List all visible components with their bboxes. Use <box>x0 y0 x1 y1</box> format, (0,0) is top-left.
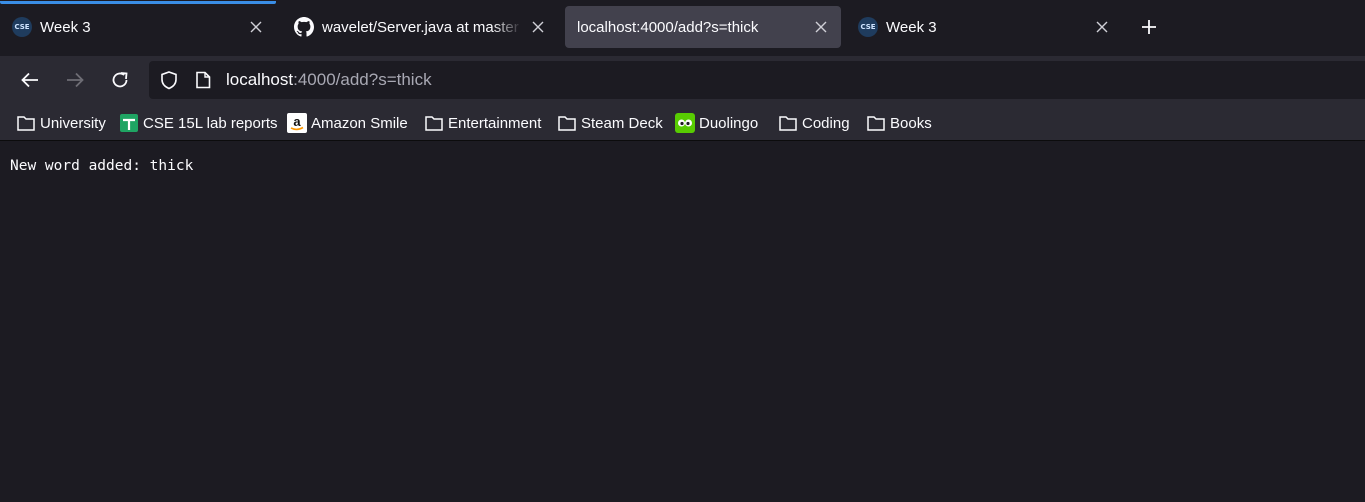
tracking-protection-shield-icon[interactable] <box>159 70 179 90</box>
bookmark-label: Books <box>890 114 932 132</box>
tab-localhost-add[interactable]: localhost:4000/add?s=thick <box>565 6 841 48</box>
folder-icon <box>17 116 35 131</box>
folder-icon <box>779 116 797 131</box>
folder-icon <box>867 116 885 131</box>
bookmark-cse15l-lab-reports[interactable]: CSE 15L lab reports <box>119 112 278 134</box>
tab-loading-indicator <box>0 1 276 4</box>
folder-icon <box>425 116 443 131</box>
tab-title: localhost:4000/add?s=thick <box>577 18 759 36</box>
bookmark-amazon-smile[interactable]: a Amazon Smile <box>287 112 408 134</box>
bookmark-coding[interactable]: Coding <box>778 112 850 134</box>
reload-button[interactable] <box>106 66 134 94</box>
cse-favicon-icon: CSE <box>858 17 878 37</box>
page-content: New word added: thick <box>0 141 1365 502</box>
bookmark-label: Amazon Smile <box>311 114 408 132</box>
plus-icon <box>1142 20 1156 34</box>
close-tab-icon[interactable] <box>246 17 266 37</box>
bookmark-label: Steam Deck <box>581 114 663 132</box>
google-sheets-icon <box>120 114 138 132</box>
svg-text:a: a <box>293 114 301 129</box>
tab-title: Week 3 <box>886 18 937 36</box>
bookmark-label: Coding <box>802 114 850 132</box>
tab-week3-second[interactable]: CSE Week 3 <box>846 6 1122 48</box>
url-bar[interactable]: localhost:4000/add?s=thick <box>149 61 1365 99</box>
bookmark-label: Entertainment <box>448 114 542 132</box>
close-tab-icon[interactable] <box>1092 17 1112 37</box>
response-text: New word added: thick <box>10 158 194 174</box>
reload-icon <box>112 72 128 88</box>
cse-favicon-icon: CSE <box>12 17 32 37</box>
folder-icon <box>558 116 576 131</box>
bookmark-steam-deck[interactable]: Steam Deck <box>557 112 663 134</box>
navigation-toolbar: localhost:4000/add?s=thick <box>0 56 1365 104</box>
new-tab-button[interactable] <box>1136 14 1162 40</box>
tab-title: wavelet/Server.java at master · a <box>322 18 522 36</box>
back-arrow-icon <box>21 72 38 88</box>
back-button[interactable] <box>16 66 44 94</box>
bookmark-label: CSE 15L lab reports <box>143 114 278 132</box>
forward-arrow-icon <box>67 72 84 88</box>
url-text[interactable]: localhost:4000/add?s=thick <box>226 70 432 90</box>
tab-week3-first[interactable]: CSE Week 3 <box>0 1 276 48</box>
close-tab-icon[interactable] <box>528 17 548 37</box>
github-icon <box>294 17 314 37</box>
bookmark-duolingo[interactable]: Duolingo <box>675 112 758 134</box>
bookmark-label: Duolingo <box>699 114 759 132</box>
tab-strip: CSE Week 3 wavelet/Server.java at master… <box>0 0 1365 56</box>
bookmarks-toolbar: University CSE 15L lab reports a Amazon … <box>0 104 1365 141</box>
tab-title: Week 3 <box>40 18 91 36</box>
bookmark-books[interactable]: Books <box>866 112 932 134</box>
url-host: localhost <box>226 70 294 89</box>
tab-github-server[interactable]: wavelet/Server.java at master · a <box>282 6 558 48</box>
page-info-icon[interactable] <box>195 71 211 89</box>
close-tab-icon[interactable] <box>811 17 831 37</box>
bookmark-label: University <box>40 114 106 132</box>
forward-button[interactable] <box>61 66 89 94</box>
amazon-icon: a <box>287 113 307 133</box>
duolingo-icon <box>675 113 695 133</box>
bookmark-university[interactable]: University <box>16 112 106 134</box>
bookmark-entertainment[interactable]: Entertainment <box>424 112 541 134</box>
url-path: :4000/add?s=thick <box>293 70 432 89</box>
